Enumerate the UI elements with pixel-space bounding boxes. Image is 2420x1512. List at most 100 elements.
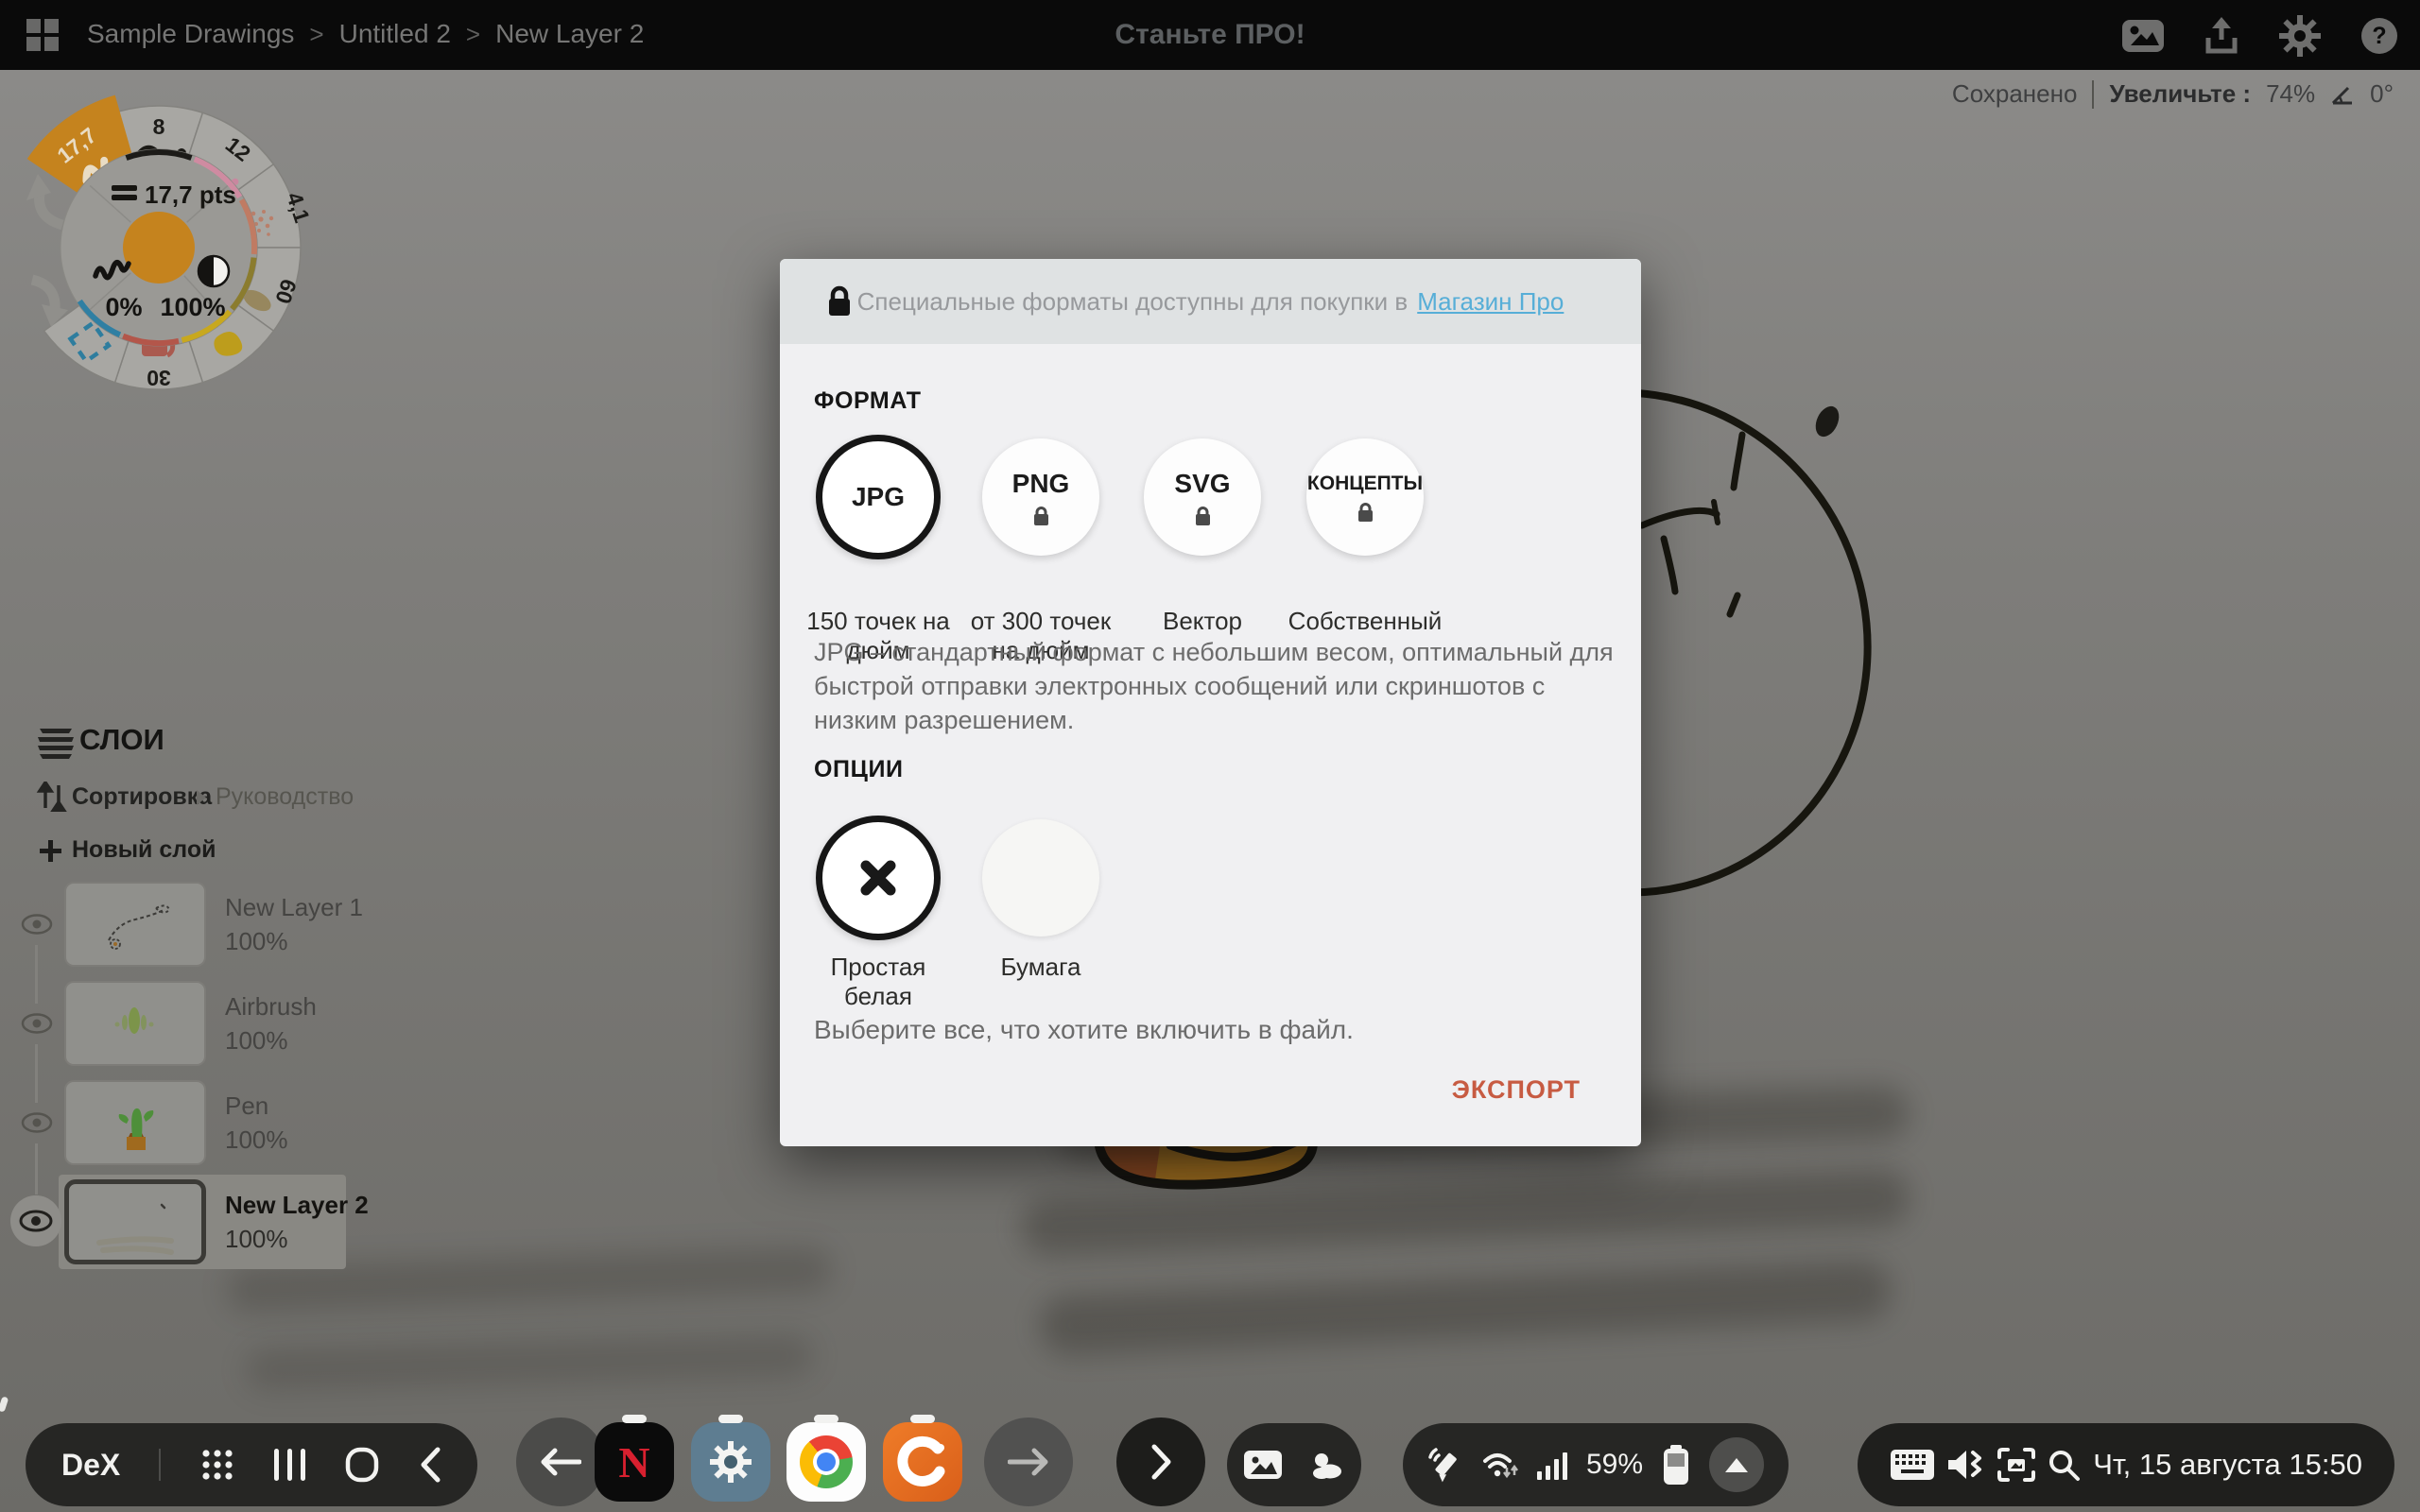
new-layer-button[interactable]: Новый слой: [72, 836, 216, 864]
running-app-indicator: [622, 1415, 647, 1423]
dex-divider: [159, 1449, 161, 1481]
home-button[interactable]: [344, 1447, 380, 1483]
top-bar: Sample Drawings > Untitled 2 > New Layer…: [0, 0, 2420, 70]
export-share-button[interactable]: [2199, 13, 2244, 59]
breadcrumb-drawing[interactable]: Untitled 2: [339, 19, 451, 49]
taskbar-expand-button[interactable]: [1116, 1418, 1205, 1506]
layer-opacity: 100%: [225, 1026, 288, 1056]
status-pill[interactable]: 59%: [1403, 1423, 1789, 1506]
running-app-indicator: [718, 1415, 743, 1423]
search-icon[interactable]: [2047, 1448, 2081, 1482]
help-button[interactable]: ?: [2357, 13, 2402, 59]
nav-forward-button[interactable]: [984, 1418, 1073, 1506]
clock[interactable]: Чт, 15 августа 15:50: [2093, 1448, 2362, 1482]
gear-icon: [2279, 15, 2321, 57]
layer-row[interactable]: Airbrush 100%: [0, 981, 359, 1070]
settings-button[interactable]: [2277, 13, 2323, 59]
lock-icon: [1195, 506, 1211, 526]
app-settings[interactable]: [691, 1422, 770, 1502]
rotation-value[interactable]: 0°: [2370, 79, 2394, 109]
apps-grid-button[interactable]: [199, 1447, 235, 1483]
layer-thumbnail[interactable]: [64, 882, 206, 967]
format-option-png[interactable]: PNG: [982, 438, 1099, 556]
option-plain-white[interactable]: [816, 816, 941, 940]
segment-value: 30: [147, 366, 171, 390]
recent-apps-button[interactable]: [274, 1447, 306, 1483]
plus-icon: [36, 836, 64, 865]
sort-value[interactable]: Руководство: [216, 783, 354, 811]
eye-visible-badge[interactable]: [10, 1195, 61, 1246]
battery-icon: [1660, 1443, 1692, 1486]
zoom-label: Увеличьте :: [2109, 79, 2251, 109]
pro-formats-banner: Специальные форматы доступны для покупки…: [780, 259, 1641, 344]
running-app-indicator: [814, 1415, 838, 1423]
breadcrumb-project[interactable]: Sample Drawings: [87, 19, 294, 49]
layer-opacity: 100%: [225, 927, 288, 956]
eye-visible-icon[interactable]: [20, 1111, 54, 1134]
sound-muted-icon[interactable]: [1947, 1448, 1985, 1482]
current-color-swatch[interactable]: [123, 212, 195, 284]
layer-thumbnail[interactable]: [64, 1179, 206, 1264]
brush-size-value[interactable]: 17,7 pts: [145, 180, 236, 209]
arrow-right-icon: [1008, 1447, 1049, 1477]
max-opacity-value[interactable]: 100%: [160, 293, 225, 321]
breadcrumb-layer[interactable]: New Layer 2: [495, 19, 644, 49]
format-option-concepts[interactable]: КОНЦЕПТЫ: [1306, 438, 1424, 556]
layer-name: Pen: [225, 1091, 268, 1121]
zoom-value[interactable]: 74%: [2266, 79, 2315, 109]
include-hint: Выберите все, что хотите включить в файл…: [814, 1015, 1354, 1045]
format-sublabel: Собственный: [1282, 607, 1448, 636]
go-pro-banner[interactable]: Станьте ПРО!: [1115, 19, 1305, 51]
eye-visible-icon[interactable]: [20, 1012, 54, 1035]
format-option-svg[interactable]: SVG: [1144, 438, 1261, 556]
layers-panel-title: СЛОИ: [79, 723, 164, 757]
gallery-icon[interactable]: [1243, 1450, 1283, 1480]
app-netflix[interactable]: N: [595, 1422, 674, 1502]
keyboard-icon[interactable]: [1890, 1449, 1935, 1481]
layer-thumbnail[interactable]: [64, 1080, 206, 1165]
pro-store-link[interactable]: Магазин Про: [1417, 287, 1564, 317]
chrome-icon: [800, 1435, 853, 1488]
layer-thumbnail[interactable]: [64, 981, 206, 1066]
layer-row-selected[interactable]: New Layer 2 100%: [0, 1175, 359, 1273]
gear-icon: [709, 1440, 752, 1484]
netflix-icon: N: [618, 1437, 649, 1487]
lock-icon: [827, 285, 852, 318]
x-icon: [856, 856, 900, 900]
weather-icon[interactable]: [1307, 1449, 1345, 1481]
nav-back-button[interactable]: [516, 1418, 605, 1506]
export-dialog: Специальные форматы доступны для покупки…: [780, 259, 1641, 1146]
app-chrome[interactable]: [786, 1422, 866, 1502]
layer-name: Airbrush: [225, 992, 317, 1022]
gallery-menu-icon[interactable]: [25, 17, 60, 53]
screenshot-icon[interactable]: [1997, 1448, 2035, 1482]
option-label: Простая белая: [795, 953, 961, 1011]
layer-row[interactable]: New Layer 1 100%: [0, 882, 359, 971]
app-concepts[interactable]: [883, 1422, 962, 1502]
format-label: SVG: [1174, 469, 1230, 499]
layer-name: New Layer 1: [225, 893, 363, 922]
layer-opacity: 100%: [225, 1225, 288, 1254]
import-image-button[interactable]: [2120, 13, 2166, 59]
back-button[interactable]: [419, 1446, 441, 1484]
format-option-jpg[interactable]: JPG: [816, 435, 941, 559]
dex-label[interactable]: DeX: [61, 1448, 120, 1483]
upload-icon: [2203, 15, 2240, 57]
option-paper[interactable]: [982, 819, 1099, 936]
undo-button[interactable]: [26, 174, 62, 225]
eye-visible-icon[interactable]: [20, 913, 54, 936]
media-pill: [1227, 1423, 1361, 1506]
wifi-icon: [1482, 1449, 1520, 1481]
expand-tray-button[interactable]: [1709, 1437, 1764, 1492]
layer-row[interactable]: Pen 100%: [0, 1080, 359, 1169]
contrast-icon: [199, 256, 229, 286]
breadcrumb-separator: >: [309, 20, 323, 49]
layers-icon: [36, 727, 76, 759]
format-label: PNG: [1012, 469, 1070, 499]
export-button[interactable]: ЭКСПОРТ: [1452, 1075, 1581, 1105]
min-opacity-value[interactable]: 0%: [105, 293, 142, 321]
status-divider: [2092, 80, 2094, 109]
brush-wheel[interactable]: 17,7 8 12 4,1 60 30 17,7 pts 0: [0, 76, 340, 435]
lock-icon: [1033, 506, 1049, 526]
sort-label[interactable]: Сортировка: [72, 783, 212, 811]
